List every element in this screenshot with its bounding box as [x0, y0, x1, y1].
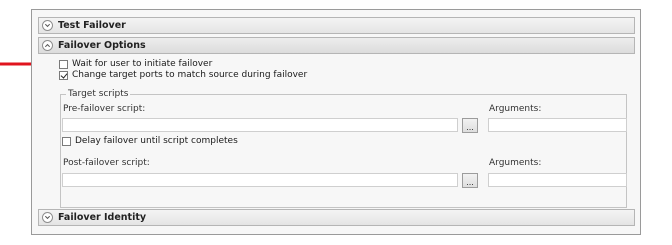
chevron-up-icon[interactable] [42, 40, 53, 51]
post-failover-script-input[interactable] [62, 173, 458, 187]
post-args-label: Arguments: [489, 158, 542, 168]
post-failover-label: Post-failover script: [63, 158, 150, 168]
wait-for-user-label: Wait for user to initiate failover [72, 59, 213, 69]
failover-panel: Test Failover Failover Options Wait for … [31, 9, 641, 235]
section-title: Failover Identity [58, 212, 147, 223]
change-ports-option[interactable]: Change target ports to match source duri… [59, 70, 307, 80]
change-ports-checkbox[interactable] [59, 70, 68, 80]
pre-failover-browse-button[interactable]: ... [462, 118, 478, 133]
section-failover-options[interactable]: Failover Options [38, 37, 635, 54]
section-title: Failover Options [58, 40, 146, 51]
chevron-down-icon[interactable] [42, 20, 53, 31]
pre-args-label: Arguments: [489, 104, 542, 114]
section-title: Test Failover [58, 20, 126, 31]
chevron-down-icon[interactable] [42, 212, 53, 223]
delay-failover-option[interactable]: Delay failover until script completes [62, 136, 238, 146]
wait-for-user-checkbox[interactable] [59, 59, 68, 69]
pre-failover-label: Pre-failover script: [63, 104, 146, 114]
pre-failover-script-input[interactable] [62, 118, 458, 132]
wait-for-user-option[interactable]: Wait for user to initiate failover [59, 59, 212, 69]
section-test-failover[interactable]: Test Failover [38, 17, 635, 34]
post-failover-arguments-input[interactable] [488, 173, 627, 187]
section-failover-identity[interactable]: Failover Identity [38, 209, 635, 226]
change-ports-label: Change target ports to match source duri… [72, 70, 308, 80]
delay-failover-checkbox[interactable] [62, 136, 71, 146]
pre-failover-arguments-input[interactable] [488, 118, 627, 132]
post-failover-browse-button[interactable]: ... [462, 173, 478, 188]
target-scripts-legend: Target scripts [66, 89, 131, 99]
delay-failover-label: Delay failover until script completes [75, 136, 238, 146]
